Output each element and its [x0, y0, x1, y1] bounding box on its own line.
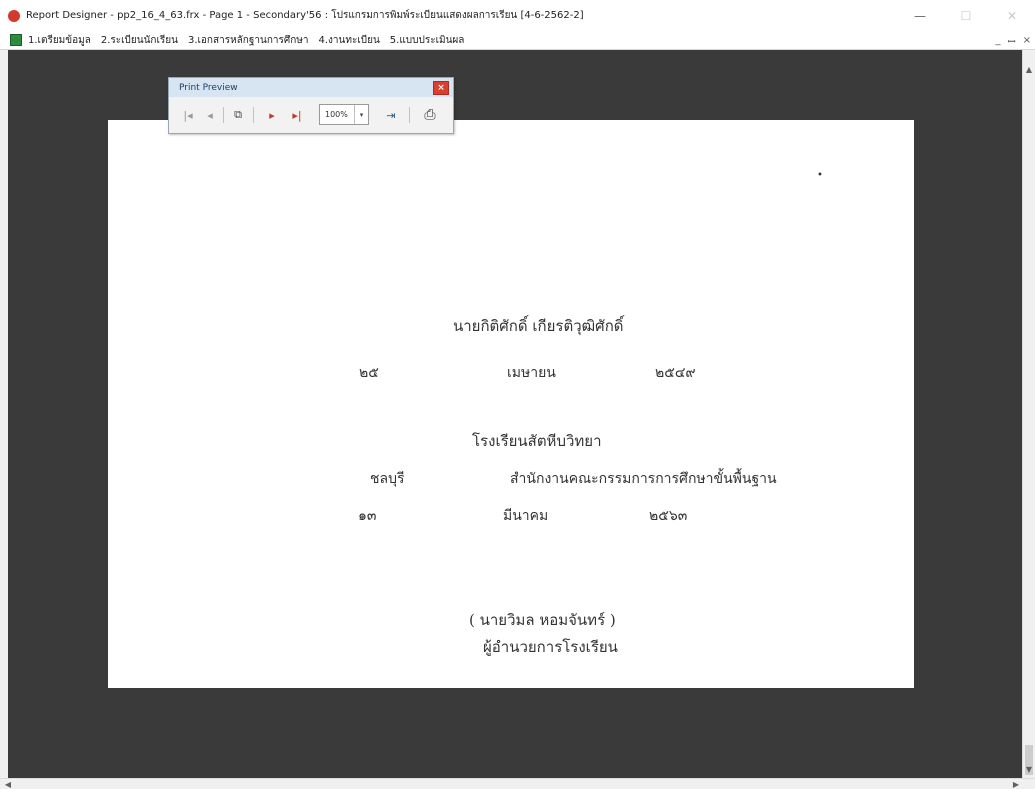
scroll-down-icon[interactable]: ▼: [1023, 762, 1035, 776]
window-title: Report Designer - pp2_16_4_63.frx - Page…: [26, 10, 584, 21]
province: ชลบุรี: [370, 471, 405, 487]
next-page-icon[interactable]: ▸: [265, 106, 279, 124]
mdi-close-button[interactable]: ×: [1023, 35, 1031, 46]
chevron-down-icon[interactable]: ▾: [354, 105, 368, 124]
scroll-up-icon[interactable]: ▲: [1023, 62, 1035, 76]
print-preview-title: Print Preview: [179, 82, 238, 93]
menu-item-student-records[interactable]: 2.ระเบียนนักเรียน: [101, 33, 178, 48]
vertical-scrollbar[interactable]: ▲ ▼: [1022, 50, 1035, 778]
print-preview-toolbar[interactable]: Print Preview × |◂ ◂ ⧉ ▸ ▸| 100% ▾ ⇥ ⎙: [168, 77, 454, 134]
date1-year: ๒๕๔๙: [655, 365, 696, 381]
mdi-controls: _ ꟷ ×: [995, 31, 1031, 50]
menu-bar: 1.เตรียมข้อมูล 2.ระเบียนนักเรียน 3.เอกสา…: [0, 31, 1035, 50]
signer-position: ผู้อำนวยการโรงเรียน: [483, 638, 618, 656]
last-page-icon[interactable]: ▸|: [287, 106, 307, 124]
previous-page-icon[interactable]: ◂: [203, 106, 217, 124]
minimize-button[interactable]: —: [897, 0, 943, 31]
exit-preview-icon[interactable]: ⇥: [381, 106, 401, 124]
student-name: นายกิติศักดิ์ เกียรติวุฒิศักดิ์: [453, 317, 624, 335]
title-bar: Report Designer - pp2_16_4_63.frx - Page…: [0, 0, 1035, 31]
school-name: โรงเรียนสัตหีบวิทยา: [472, 432, 602, 450]
app-icon: [8, 9, 20, 22]
date2-day: ๑๓: [358, 508, 377, 524]
mdi-restore-button[interactable]: ꟷ: [1007, 34, 1015, 48]
print-preview-buttons: |◂ ◂ ⧉ ▸ ▸| 100% ▾ ⇥ ⎙: [169, 97, 453, 133]
menu-item-education-documents[interactable]: 3.เอกสารหลักฐานการศึกษา: [188, 33, 309, 48]
date2-month: มีนาคม: [503, 508, 549, 524]
date2-year: ๒๕๖๓: [649, 508, 688, 524]
print-preview-titlebar[interactable]: Print Preview ×: [169, 78, 453, 97]
printer-icon[interactable]: ⎙: [419, 106, 441, 124]
report-page: • นายกิติศักดิ์ เกียรติวุฒิศักดิ์ ๒๕ เมษ…: [108, 120, 914, 688]
toolbar-separator: [409, 107, 410, 123]
maximize-button[interactable]: ☐: [943, 0, 989, 31]
scroll-left-icon[interactable]: ◀: [2, 779, 14, 789]
close-button[interactable]: ✕: [989, 0, 1035, 31]
menu-item-registration[interactable]: 4.งานทะเบียน: [318, 33, 379, 48]
signer-name: ( นายวิมล หอมจันทร์ ): [469, 611, 616, 629]
menu-item-prepare-data[interactable]: 1.เตรียมข้อมูล: [28, 33, 91, 48]
zoom-select[interactable]: 100% ▾: [319, 104, 369, 125]
report-designer-window: Report Designer - pp2_16_4_63.frx - Page…: [0, 0, 1035, 789]
date1-day: ๒๕: [359, 365, 379, 381]
print-preview-close-button[interactable]: ×: [433, 80, 449, 95]
toolbar-separator: [223, 107, 224, 123]
horizontal-scrollbar[interactable]: ◀ ▶: [0, 778, 1035, 789]
scroll-right-icon[interactable]: ▶: [1010, 779, 1022, 789]
mdi-minimize-button[interactable]: _: [995, 35, 1000, 46]
page-marker-dot: •: [817, 170, 823, 181]
window-controls: — ☐ ✕: [897, 0, 1035, 31]
save-icon[interactable]: [10, 34, 22, 46]
menu-item-evaluation-forms[interactable]: 5.แบบประเมินผล: [390, 33, 465, 48]
first-page-icon[interactable]: |◂: [179, 106, 197, 124]
zoom-value: 100%: [325, 110, 348, 119]
toolbar-separator: [253, 107, 254, 123]
date1-month: เมษายน: [507, 365, 556, 381]
education-office: สำนักงานคณะกรรมการการศึกษาขั้นพื้นฐาน: [510, 471, 777, 487]
copy-page-icon[interactable]: ⧉: [229, 106, 247, 124]
